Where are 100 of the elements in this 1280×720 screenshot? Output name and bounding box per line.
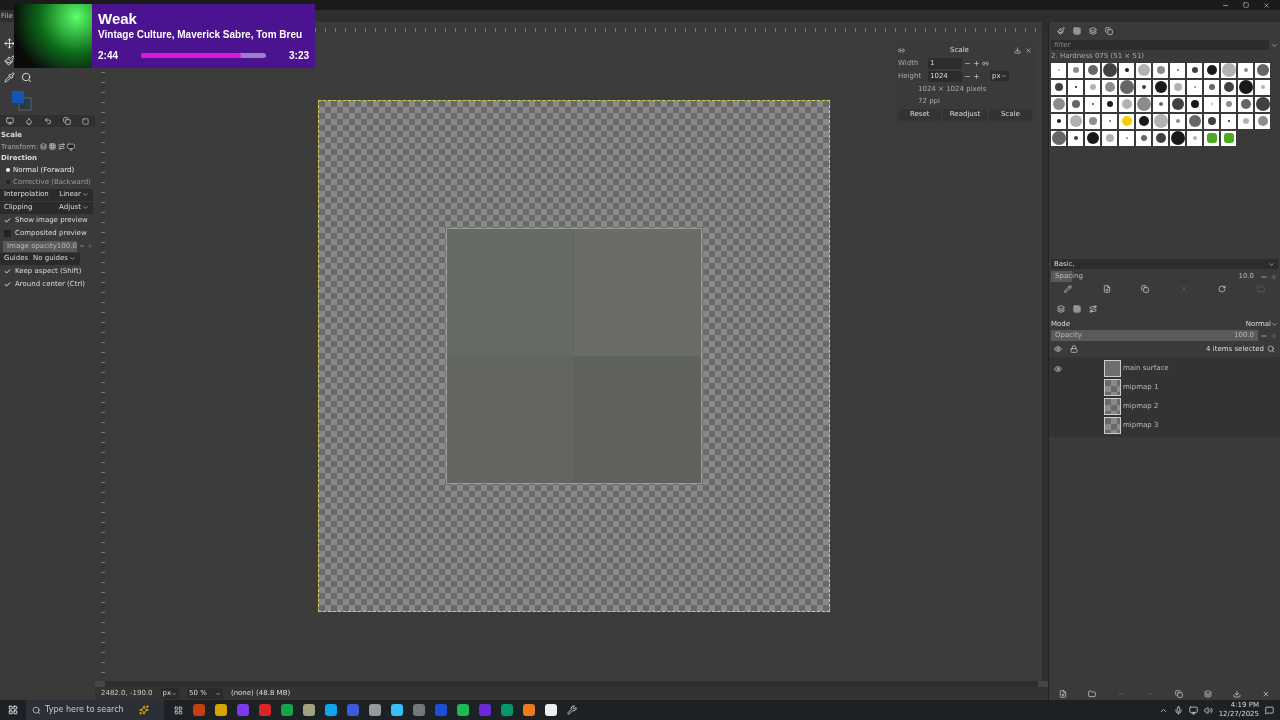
brush-thumbnail[interactable] [1187, 96, 1202, 112]
brush-thumbnail[interactable] [1153, 79, 1168, 95]
brush-thumbnail[interactable] [1119, 96, 1134, 112]
new-layer-icon[interactable] [1059, 689, 1068, 698]
close-icon[interactable] [1025, 46, 1032, 54]
app-icon[interactable] [545, 704, 557, 716]
brush-thumbnail[interactable] [1085, 79, 1100, 95]
brush-thumbnail[interactable] [1119, 79, 1134, 95]
app-icon[interactable] [457, 704, 469, 716]
layers-icon[interactable] [1057, 305, 1065, 313]
taskbar-search-field[interactable]: Type here to search [26, 700, 164, 720]
monitor-icon[interactable] [1188, 705, 1198, 715]
monitor-icon[interactable] [67, 142, 76, 151]
brush-thumbnail[interactable] [1051, 62, 1066, 78]
brush-thumbnail[interactable] [1238, 96, 1253, 112]
brush-thumbnail[interactable] [1153, 62, 1168, 78]
brush-thumbnail[interactable] [1136, 130, 1151, 146]
brush-thumbnail[interactable] [1085, 96, 1100, 112]
brush-thumbnail[interactable] [1068, 130, 1083, 146]
brush-thumbnail[interactable] [1255, 113, 1270, 129]
brush-thumbnail[interactable] [1187, 130, 1202, 146]
brush-thumbnail[interactable] [1153, 130, 1168, 146]
chevron-down-icon[interactable] [1271, 41, 1278, 49]
brush-thumbnail[interactable] [1068, 113, 1083, 129]
app-icon[interactable] [391, 704, 403, 716]
maximize-icon[interactable] [1243, 2, 1249, 8]
chain-icon[interactable] [982, 59, 989, 67]
app-icon[interactable] [369, 704, 381, 716]
brush-thumbnail[interactable] [1255, 79, 1270, 95]
brush-thumbnail[interactable] [1204, 113, 1219, 129]
paintbrush-icon[interactable] [4, 55, 15, 66]
brush-thumbnail[interactable] [1051, 79, 1066, 95]
brush-thumbnail[interactable] [1068, 62, 1083, 78]
radio-button[interactable] [6, 168, 10, 172]
search-icon[interactable] [1267, 345, 1275, 353]
brush-thumbnail[interactable] [1170, 62, 1185, 78]
vertical-scrollbar[interactable] [1042, 22, 1048, 681]
app-icon[interactable] [523, 704, 535, 716]
brush-thumbnail[interactable] [1085, 130, 1100, 146]
checkbox[interactable] [4, 281, 11, 288]
brush-thumbnail[interactable] [1119, 130, 1134, 146]
brush-thumbnail[interactable] [1136, 113, 1151, 129]
copy-icon[interactable] [1105, 27, 1113, 35]
brush-thumbnail[interactable] [1204, 96, 1219, 112]
visibility-eye-icon[interactable] [1054, 364, 1062, 373]
brush-thumbnail[interactable] [1170, 96, 1185, 112]
brush-thumbnail[interactable] [1255, 96, 1270, 112]
checkbox[interactable] [4, 230, 11, 237]
brush-thumbnail[interactable] [1102, 113, 1117, 129]
pencil-icon[interactable] [1064, 285, 1073, 293]
microphone-icon[interactable] [1173, 705, 1183, 715]
notification-icon[interactable] [1265, 705, 1274, 715]
brush-thumbnail[interactable] [1136, 62, 1151, 78]
brush-thumbnail[interactable] [1136, 79, 1151, 95]
brush-thumbnail[interactable] [1119, 62, 1134, 78]
checkbox[interactable] [4, 268, 11, 275]
brush-thumbnail[interactable] [1170, 130, 1185, 146]
brush-thumbnail[interactable] [1102, 96, 1117, 112]
copy-icon[interactable] [1174, 689, 1183, 698]
layers-icon[interactable] [1089, 27, 1097, 35]
brush-thumbnail[interactable] [1204, 79, 1219, 95]
undo-icon[interactable] [43, 117, 52, 125]
brush-thumbnail[interactable] [1187, 62, 1202, 78]
app-icon[interactable] [215, 704, 227, 716]
path-icon[interactable] [1089, 305, 1097, 313]
app-icon[interactable] [325, 704, 337, 716]
chain-icon[interactable] [898, 46, 905, 54]
plus-icon[interactable] [973, 59, 980, 67]
color-swatches-icon[interactable] [12, 91, 32, 111]
brush-thumbnail[interactable] [1221, 130, 1236, 146]
brush-thumbnail[interactable] [1102, 130, 1117, 146]
plus-icon[interactable] [973, 72, 980, 80]
brush-thumbnail[interactable] [1187, 79, 1202, 95]
brush-thumbnail[interactable] [1221, 113, 1236, 129]
search-icon[interactable] [20, 72, 32, 83]
checkbox[interactable] [4, 217, 11, 224]
copy-icon[interactable] [1141, 285, 1150, 293]
brush-thumbnail[interactable] [1051, 113, 1066, 129]
layers-icon[interactable] [40, 143, 48, 151]
brush-thumbnail[interactable] [1153, 96, 1168, 112]
brush-thumbnail[interactable] [1102, 79, 1117, 95]
monitor-icon[interactable] [5, 117, 14, 125]
eye-icon[interactable] [1054, 345, 1062, 353]
close-icon[interactable] [1263, 1, 1270, 9]
pipette-icon[interactable] [4, 72, 15, 83]
speaker-icon[interactable] [1203, 705, 1213, 715]
brush-thumbnail[interactable] [1221, 79, 1236, 95]
brush-thumbnail[interactable] [1085, 113, 1100, 129]
new-file-icon[interactable] [1102, 285, 1111, 293]
brush-thumbnail[interactable] [1153, 113, 1168, 129]
app-icon[interactable] [303, 704, 315, 716]
brush-thumbnail[interactable] [1238, 62, 1253, 78]
brush-thumbnail[interactable] [1238, 113, 1253, 129]
brush-thumbnail[interactable] [1204, 62, 1219, 78]
app-icon[interactable] [281, 704, 293, 716]
path-icon[interactable] [58, 143, 66, 151]
brush-thumbnail[interactable] [1068, 79, 1083, 95]
copy-icon[interactable] [63, 117, 72, 125]
brush-thumbnail[interactable] [1119, 113, 1134, 129]
brush-thumbnail[interactable] [1051, 130, 1066, 146]
